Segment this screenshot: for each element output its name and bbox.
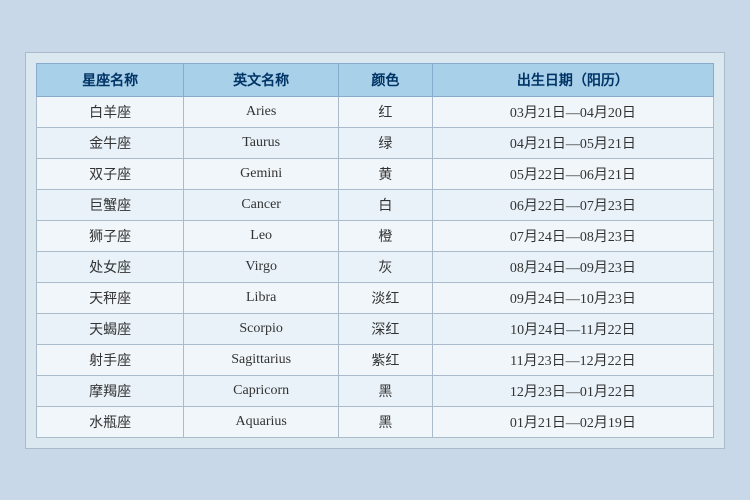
table-row: 射手座Sagittarius紫红11月23日—12月22日 [37,344,714,375]
cell-dates: 10月24日—11月22日 [432,313,713,344]
cell-dates: 01月21日—02月19日 [432,406,713,437]
cell-dates: 07月24日—08月23日 [432,220,713,251]
cell-dates: 12月23日—01月22日 [432,375,713,406]
cell-color: 深红 [339,313,433,344]
cell-color: 淡红 [339,282,433,313]
cell-chinese: 摩羯座 [37,375,184,406]
table-row: 巨蟹座Cancer白06月22日—07月23日 [37,189,714,220]
table-row: 双子座Gemini黄05月22日—06月21日 [37,158,714,189]
cell-chinese: 白羊座 [37,96,184,127]
cell-english: Capricorn [184,375,339,406]
cell-chinese: 双子座 [37,158,184,189]
cell-dates: 04月21日—05月21日 [432,127,713,158]
cell-english: Aries [184,96,339,127]
table-row: 处女座Virgo灰08月24日—09月23日 [37,251,714,282]
cell-dates: 06月22日—07月23日 [432,189,713,220]
cell-chinese: 天秤座 [37,282,184,313]
cell-dates: 09月24日—10月23日 [432,282,713,313]
col-header-english: 英文名称 [184,63,339,96]
table-row: 天蝎座Scorpio深红10月24日—11月22日 [37,313,714,344]
cell-chinese: 天蝎座 [37,313,184,344]
cell-chinese: 狮子座 [37,220,184,251]
cell-color: 白 [339,189,433,220]
cell-dates: 05月22日—06月21日 [432,158,713,189]
zodiac-table: 星座名称 英文名称 颜色 出生日期（阳历） 白羊座Aries红03月21日—04… [36,63,714,438]
cell-dates: 08月24日—09月23日 [432,251,713,282]
cell-english: Virgo [184,251,339,282]
cell-dates: 11月23日—12月22日 [432,344,713,375]
cell-color: 灰 [339,251,433,282]
cell-english: Aquarius [184,406,339,437]
col-header-chinese: 星座名称 [37,63,184,96]
cell-english: Cancer [184,189,339,220]
table-row: 摩羯座Capricorn黑12月23日—01月22日 [37,375,714,406]
cell-english: Leo [184,220,339,251]
table-row: 水瓶座Aquarius黑01月21日—02月19日 [37,406,714,437]
table-row: 金牛座Taurus绿04月21日—05月21日 [37,127,714,158]
cell-chinese: 巨蟹座 [37,189,184,220]
cell-color: 紫红 [339,344,433,375]
cell-color: 黑 [339,406,433,437]
col-header-dates: 出生日期（阳历） [432,63,713,96]
table-row: 白羊座Aries红03月21日—04月20日 [37,96,714,127]
cell-english: Gemini [184,158,339,189]
cell-english: Taurus [184,127,339,158]
cell-english: Scorpio [184,313,339,344]
col-header-color: 颜色 [339,63,433,96]
cell-chinese: 射手座 [37,344,184,375]
table-header-row: 星座名称 英文名称 颜色 出生日期（阳历） [37,63,714,96]
cell-color: 黄 [339,158,433,189]
main-container: 星座名称 英文名称 颜色 出生日期（阳历） 白羊座Aries红03月21日—04… [25,52,725,449]
cell-color: 红 [339,96,433,127]
cell-english: Libra [184,282,339,313]
cell-chinese: 处女座 [37,251,184,282]
cell-dates: 03月21日—04月20日 [432,96,713,127]
cell-color: 橙 [339,220,433,251]
table-row: 狮子座Leo橙07月24日—08月23日 [37,220,714,251]
cell-chinese: 水瓶座 [37,406,184,437]
cell-english: Sagittarius [184,344,339,375]
cell-color: 绿 [339,127,433,158]
table-row: 天秤座Libra淡红09月24日—10月23日 [37,282,714,313]
cell-color: 黑 [339,375,433,406]
cell-chinese: 金牛座 [37,127,184,158]
